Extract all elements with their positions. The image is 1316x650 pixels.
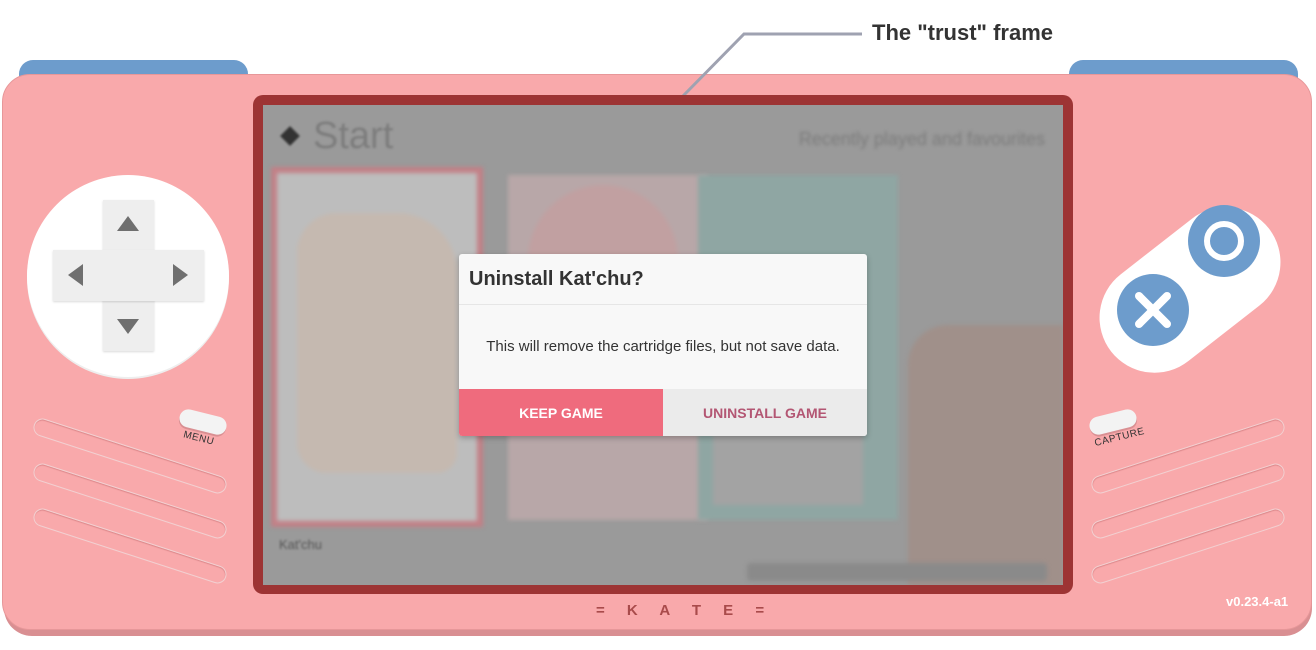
brand-logo: = K A T E = [596, 602, 774, 619]
dialog-divider [459, 304, 867, 305]
game-card-katchu[interactable] [271, 167, 483, 527]
screen-subtitle: Recently played and favourites [798, 129, 1045, 149]
game-card-4[interactable] [908, 325, 1063, 585]
dpad-right-icon[interactable] [173, 264, 188, 286]
keep-game-button[interactable]: KEEP GAME [459, 389, 663, 436]
dpad-up-icon[interactable] [117, 216, 139, 231]
dialog-message: This will remove the cartridge files, bu… [486, 338, 840, 355]
uninstall-dialog: Uninstall Kat'chu? This will remove the … [459, 254, 867, 436]
screen-footer-hints [747, 563, 1047, 581]
dpad-down-icon[interactable] [117, 319, 139, 334]
cross-button-icon[interactable] [1117, 274, 1189, 346]
dialog-title: Uninstall Kat'chu? [469, 268, 644, 290]
cross-glyph-icon [1135, 292, 1171, 328]
selected-game-label: Kat'chu [279, 537, 322, 552]
dpad-left-icon[interactable] [68, 264, 83, 286]
callout-label: The "trust" frame [872, 20, 1054, 45]
version-label: v0.23.4-a1 [1226, 594, 1289, 609]
screen-title: Start [313, 115, 394, 157]
start-diamond-icon [280, 126, 300, 146]
uninstall-game-button[interactable]: UNINSTALL GAME [663, 389, 867, 436]
circle-button-icon[interactable] [1188, 205, 1260, 277]
